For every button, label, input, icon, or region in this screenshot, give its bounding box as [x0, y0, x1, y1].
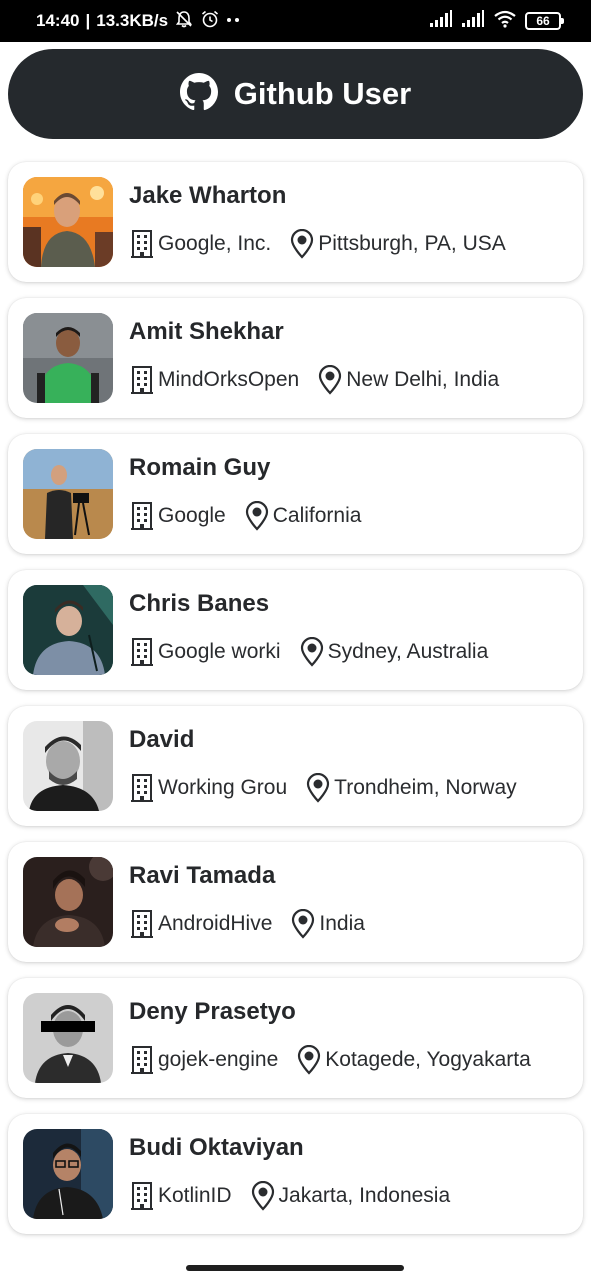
- avatar: [23, 1129, 113, 1219]
- user-card[interactable]: Amit Shekhar MindOrksOpen New Delhi, Ind…: [8, 298, 583, 418]
- company-info: KotlinID: [129, 1181, 232, 1211]
- building-icon: [129, 637, 155, 667]
- user-company: KotlinID: [158, 1184, 232, 1207]
- user-location: India: [319, 912, 365, 935]
- user-meta: gojek-engine Kotagede, Yogyakarta: [129, 1044, 549, 1076]
- location-info: Pittsburgh, PA, USA: [289, 229, 506, 259]
- bell-off-icon: [174, 9, 194, 34]
- user-name: David: [129, 726, 195, 753]
- status-right: 66: [429, 9, 564, 33]
- company-info: Google worki: [129, 637, 281, 667]
- user-name: Deny Prasetyo: [129, 998, 296, 1025]
- github-icon: [179, 72, 218, 116]
- user-location: Pittsburgh, PA, USA: [318, 232, 506, 255]
- location-pin-icon: [289, 229, 315, 259]
- building-icon: [129, 365, 155, 395]
- user-list[interactable]: Jake Wharton Google, Inc. Pittsburgh, PA…: [8, 162, 583, 1250]
- location-info: Jakarta, Indonesia: [250, 1181, 451, 1211]
- app-header: Github User: [8, 49, 583, 139]
- building-icon: [129, 501, 155, 531]
- company-info: gojek-engine: [129, 1045, 278, 1075]
- user-location: Sydney, Australia: [327, 640, 489, 663]
- user-name: Budi Oktaviyan: [129, 1134, 304, 1161]
- location-pin-icon: [317, 365, 343, 395]
- company-info: Working Grou: [129, 773, 287, 803]
- user-location: Trondheim, Norway: [334, 776, 517, 799]
- user-card[interactable]: David Working Grou Trondheim, Norway: [8, 706, 583, 826]
- location-info: India: [290, 909, 365, 939]
- avatar: [23, 585, 113, 675]
- user-name: Jake Wharton: [129, 182, 287, 209]
- avatar: [23, 993, 113, 1083]
- user-meta: KotlinID Jakarta, Indonesia: [129, 1180, 468, 1212]
- location-pin-icon: [250, 1181, 276, 1211]
- location-info: Trondheim, Norway: [305, 773, 517, 803]
- avatar: [23, 177, 113, 267]
- page-title: Github User: [233, 76, 412, 111]
- building-icon: [129, 229, 155, 259]
- user-card[interactable]: Jake Wharton Google, Inc. Pittsburgh, PA…: [8, 162, 583, 282]
- building-icon: [129, 909, 155, 939]
- location-info: Kotagede, Yogyakarta: [296, 1045, 531, 1075]
- user-card[interactable]: Romain Guy Google California: [8, 434, 583, 554]
- building-icon: [129, 1181, 155, 1211]
- avatar: [23, 313, 113, 403]
- user-company: AndroidHive: [158, 912, 273, 935]
- battery-indicator: 66: [525, 12, 564, 30]
- location-pin-icon: [305, 773, 331, 803]
- company-info: AndroidHive: [129, 909, 272, 939]
- user-meta: Google worki Sydney, Australia: [129, 636, 506, 668]
- user-card[interactable]: Chris Banes Google worki Sydney, Austral…: [8, 570, 583, 690]
- user-company: gojek-engine: [158, 1048, 279, 1071]
- user-company: Google, Inc.: [158, 232, 272, 255]
- location-info: New Delhi, India: [317, 365, 499, 395]
- user-location: California: [272, 504, 362, 527]
- company-info: MindOrksOpen: [129, 365, 299, 395]
- user-meta: Google California: [129, 500, 379, 532]
- building-icon: [129, 773, 155, 803]
- user-location: Kotagede, Yogyakarta: [325, 1048, 531, 1071]
- home-indicator[interactable]: [186, 1265, 404, 1271]
- location-pin-icon: [244, 501, 270, 531]
- user-name: Amit Shekhar: [129, 318, 284, 345]
- alarm-icon: [200, 9, 220, 34]
- user-card[interactable]: Deny Prasetyo gojek-engine Kotagede, Yog…: [8, 978, 583, 1098]
- user-name: Chris Banes: [129, 590, 270, 617]
- user-location: Jakarta, Indonesia: [278, 1184, 451, 1207]
- status-left: 14:40 | 13.3KB/s: [36, 9, 242, 34]
- location-pin-icon: [290, 909, 316, 939]
- user-name: Romain Guy: [129, 454, 271, 481]
- user-meta: Google, Inc. Pittsburgh, PA, USA: [129, 228, 524, 260]
- user-card[interactable]: Budi Oktaviyan KotlinID Jakarta, Indones…: [8, 1114, 583, 1234]
- user-company: Google worki: [158, 640, 281, 663]
- user-company: Working Grou: [158, 776, 288, 799]
- status-bar: 14:40 | 13.3KB/s 66: [0, 0, 591, 42]
- cell-signal-icon: [429, 9, 453, 33]
- location-info: California: [244, 501, 362, 531]
- user-location: New Delhi, India: [346, 368, 500, 391]
- building-icon: [129, 1045, 155, 1075]
- user-meta: AndroidHive India: [129, 908, 383, 940]
- avatar: [23, 449, 113, 539]
- more-dots-icon: [226, 9, 242, 34]
- user-company: MindOrksOpen: [158, 368, 300, 391]
- user-card[interactable]: Ravi Tamada AndroidHive India: [8, 842, 583, 962]
- status-divider: |: [85, 11, 91, 30]
- battery-level: 66: [536, 14, 550, 28]
- cell-signal-icon: [461, 9, 485, 33]
- user-meta: Working Grou Trondheim, Norway: [129, 772, 535, 804]
- location-pin-icon: [296, 1045, 322, 1075]
- wifi-icon: [493, 10, 517, 33]
- user-name: Ravi Tamada: [129, 862, 276, 889]
- user-company: Google: [158, 504, 226, 527]
- location-info: Sydney, Australia: [299, 637, 489, 667]
- status-time: 14:40: [36, 11, 80, 30]
- location-pin-icon: [299, 637, 325, 667]
- avatar: [23, 721, 113, 811]
- avatar: [23, 857, 113, 947]
- network-speed: 13.3KB/s: [96, 11, 169, 30]
- user-meta: MindOrksOpen New Delhi, India: [129, 364, 517, 396]
- company-info: Google: [129, 501, 226, 531]
- company-info: Google, Inc.: [129, 229, 271, 259]
